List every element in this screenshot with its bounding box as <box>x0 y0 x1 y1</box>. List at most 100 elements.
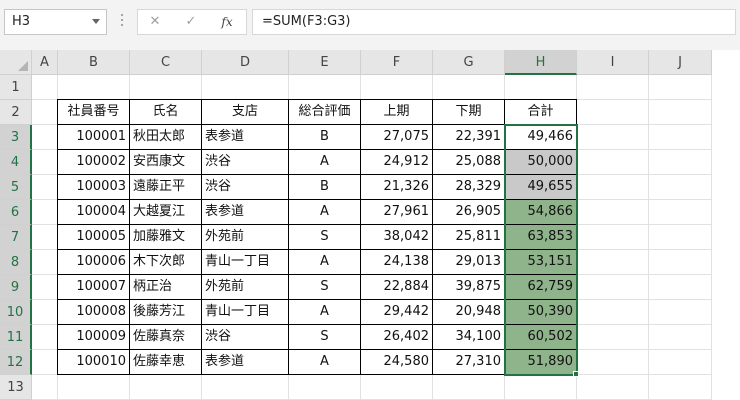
table-cell[interactable]: 渋谷 <box>202 175 289 200</box>
table-cell[interactable]: 38,042 <box>361 225 433 250</box>
total-cell[interactable]: 49,466 <box>505 125 577 150</box>
cell-a11[interactable] <box>32 325 58 350</box>
table-cell[interactable]: 100001 <box>58 125 130 150</box>
cell-f1[interactable] <box>361 75 433 100</box>
column-header-e[interactable]: E <box>289 50 361 75</box>
cell-i3[interactable] <box>577 125 649 150</box>
cell-i13[interactable] <box>577 375 649 400</box>
table-cell[interactable]: 外苑前 <box>202 225 289 250</box>
cell-i8[interactable] <box>577 250 649 275</box>
row-header-9[interactable]: 9 <box>0 275 32 300</box>
table-cell[interactable]: 100005 <box>58 225 130 250</box>
cell-i6[interactable] <box>577 200 649 225</box>
total-cell[interactable]: 50,390 <box>505 300 577 325</box>
cell-j13[interactable] <box>649 375 712 400</box>
fill-handle[interactable] <box>573 371 579 377</box>
cell-j10[interactable] <box>649 300 712 325</box>
total-cell[interactable]: 51,890 <box>505 350 577 375</box>
row-header-3[interactable]: 3 <box>0 125 32 150</box>
table-header-cell[interactable]: 氏名 <box>130 100 202 125</box>
total-cell[interactable]: 50,000 <box>505 150 577 175</box>
cell-i7[interactable] <box>577 225 649 250</box>
cell-g13[interactable] <box>433 375 505 400</box>
cell-a2[interactable] <box>32 100 58 125</box>
total-cell[interactable]: 62,759 <box>505 275 577 300</box>
column-header-d[interactable]: D <box>202 50 289 75</box>
cell-i9[interactable] <box>577 275 649 300</box>
cell-a6[interactable] <box>32 200 58 225</box>
table-cell[interactable]: 34,100 <box>433 325 505 350</box>
chevron-down-icon[interactable] <box>92 19 100 24</box>
table-cell[interactable]: 渋谷 <box>202 325 289 350</box>
table-cell[interactable]: 後藤芳江 <box>130 300 202 325</box>
cell-c1[interactable] <box>130 75 202 100</box>
table-header-cell[interactable]: 社員番号 <box>58 100 130 125</box>
table-cell[interactable]: S <box>289 325 361 350</box>
row-header-5[interactable]: 5 <box>0 175 32 200</box>
table-header-cell[interactable]: 支店 <box>202 100 289 125</box>
cell-a7[interactable] <box>32 225 58 250</box>
row-header-12[interactable]: 12 <box>0 350 32 375</box>
check-icon[interactable]: ✓ <box>178 13 204 31</box>
row-header-11[interactable]: 11 <box>0 325 32 350</box>
cell-j7[interactable] <box>649 225 712 250</box>
table-cell[interactable]: 21,326 <box>361 175 433 200</box>
table-cell[interactable]: 27,310 <box>433 350 505 375</box>
table-cell[interactable]: 安西康文 <box>130 150 202 175</box>
row-header-4[interactable]: 4 <box>0 150 32 175</box>
table-cell[interactable]: 表参道 <box>202 200 289 225</box>
table-cell[interactable]: 27,961 <box>361 200 433 225</box>
column-header-c[interactable]: C <box>130 50 202 75</box>
cell-b13[interactable] <box>58 375 130 400</box>
total-cell[interactable]: 63,853 <box>505 225 577 250</box>
cell-i12[interactable] <box>577 350 649 375</box>
cell-c13[interactable] <box>130 375 202 400</box>
table-cell[interactable]: 100008 <box>58 300 130 325</box>
total-cell[interactable]: 54,866 <box>505 200 577 225</box>
table-cell[interactable]: 大越夏江 <box>130 200 202 225</box>
table-cell[interactable]: 28,329 <box>433 175 505 200</box>
table-cell[interactable]: 遠藤正平 <box>130 175 202 200</box>
table-cell[interactable]: 25,811 <box>433 225 505 250</box>
cell-i10[interactable] <box>577 300 649 325</box>
cell-a13[interactable] <box>32 375 58 400</box>
cell-h13[interactable] <box>505 375 577 400</box>
table-cell[interactable]: A <box>289 200 361 225</box>
table-cell[interactable]: A <box>289 150 361 175</box>
table-cell[interactable]: 加藤雅文 <box>130 225 202 250</box>
cell-j9[interactable] <box>649 275 712 300</box>
table-header-cell[interactable]: 総合評価 <box>289 100 361 125</box>
row-header-2[interactable]: 2 <box>0 100 32 125</box>
cell-a4[interactable] <box>32 150 58 175</box>
cell-i2[interactable] <box>577 100 649 125</box>
cell-j11[interactable] <box>649 325 712 350</box>
table-cell[interactable]: 24,912 <box>361 150 433 175</box>
table-cell[interactable]: 佐藤幸恵 <box>130 350 202 375</box>
table-header-cell[interactable]: 合計 <box>505 100 577 125</box>
cell-a9[interactable] <box>32 275 58 300</box>
table-cell[interactable]: 渋谷 <box>202 150 289 175</box>
table-cell[interactable]: 表参道 <box>202 350 289 375</box>
table-cell[interactable]: A <box>289 350 361 375</box>
column-header-j[interactable]: J <box>649 50 712 75</box>
cell-b1[interactable] <box>58 75 130 100</box>
table-cell[interactable]: 青山一丁目 <box>202 300 289 325</box>
table-cell[interactable]: 26,402 <box>361 325 433 350</box>
cell-j8[interactable] <box>649 250 712 275</box>
row-header-10[interactable]: 10 <box>0 300 32 325</box>
cell-j2[interactable] <box>649 100 712 125</box>
cell-a1[interactable] <box>32 75 58 100</box>
table-cell[interactable]: 100002 <box>58 150 130 175</box>
cell-j1[interactable] <box>649 75 712 100</box>
formula-input[interactable]: =SUM(F3:G3) <box>252 9 736 35</box>
table-cell[interactable]: 100010 <box>58 350 130 375</box>
cell-j5[interactable] <box>649 175 712 200</box>
table-cell[interactable]: 100006 <box>58 250 130 275</box>
column-header-f[interactable]: F <box>361 50 433 75</box>
total-cell[interactable]: 60,502 <box>505 325 577 350</box>
cancel-icon[interactable]: ✕ <box>142 13 168 31</box>
column-header-h[interactable]: H <box>505 50 577 75</box>
cell-j3[interactable] <box>649 125 712 150</box>
row-header-13[interactable]: 13 <box>0 375 32 400</box>
row-header-1[interactable]: 1 <box>0 75 32 100</box>
